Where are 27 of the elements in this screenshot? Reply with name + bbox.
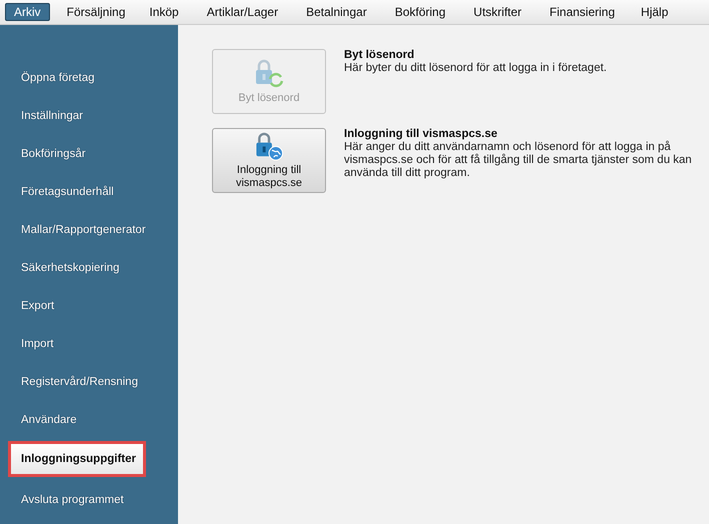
sidebar-item[interactable]: Mallar/Rapportgenerator: [0, 211, 178, 249]
sidebar-item[interactable]: Export: [0, 287, 178, 325]
menu-item[interactable]: Bokföring: [386, 3, 455, 21]
action-title: Inloggning till vismaspcs.se: [344, 128, 498, 140]
action-description: Här byter du ditt lösenord för att logga in i företaget.: [344, 62, 608, 75]
login-button[interactable]: Inloggning till vismaspcs.se: [212, 128, 326, 193]
lock-refresh-icon: [253, 58, 285, 90]
sidebar-item[interactable]: Import: [0, 325, 178, 363]
sidebar-item[interactable]: Säkerhetskopiering: [0, 249, 178, 287]
action-description: Här anger du ditt användarnamn och lösenord för att logga in på vismaspcs.se och för att få tillgång till de smarta tjänster som du kan använda till ditt program.: [344, 141, 693, 180]
sidebar-item[interactable]: Inloggningsuppgifter: [8, 441, 146, 477]
menu-item[interactable]: Betalningar: [297, 3, 376, 21]
menu-item[interactable]: Finansiering: [540, 3, 624, 21]
menu-item[interactable]: Hjälp: [632, 3, 678, 21]
menu-item[interactable]: Artiklar/Lager: [198, 3, 288, 21]
sidebar-item[interactable]: Användare: [0, 401, 178, 439]
sidebar-item[interactable]: Bokföringsår: [0, 135, 178, 173]
action-title: Byt lösenord: [344, 49, 416, 61]
menu-item[interactable]: Arkiv: [5, 3, 50, 21]
sidebar-item[interactable]: Registervård/Rensning: [0, 363, 178, 401]
sidebar-item[interactable]: Avsluta programmet: [0, 481, 178, 519]
menu-item[interactable]: Försäljning: [58, 3, 134, 21]
sidebar-item[interactable]: Inställningar: [0, 97, 178, 135]
menu-item[interactable]: Utskrifter: [464, 3, 531, 21]
sidebar-item[interactable]: Öppna företag: [0, 59, 178, 97]
sidebar-item[interactable]: Företagsunderhåll: [0, 173, 178, 211]
menu-item[interactable]: Inköp: [140, 3, 188, 21]
